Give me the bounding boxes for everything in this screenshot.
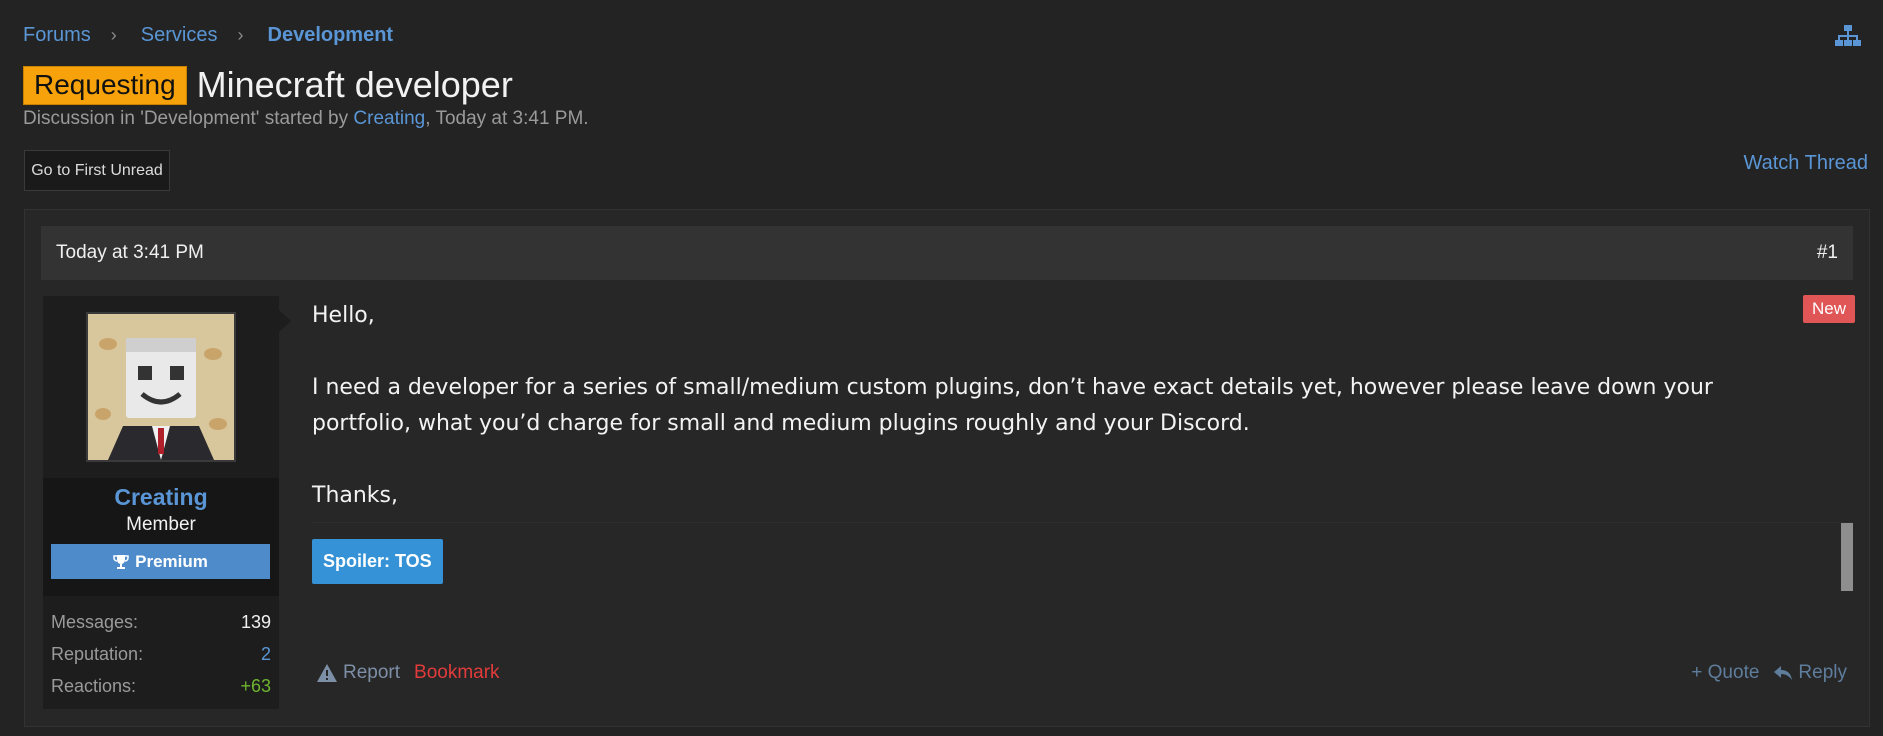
- meta-prefix: Discussion in 'Development' started by: [23, 108, 354, 129]
- breadcrumb: Forums › Services › Development: [23, 24, 393, 47]
- avatar[interactable]: [86, 312, 236, 462]
- reply-link[interactable]: Reply: [1773, 662, 1847, 684]
- post: Today at 3:41 PM #1 Creating Member Prem…: [24, 209, 1870, 727]
- message-scroll-area: Spoiler: TOS: [312, 522, 1853, 592]
- reply-icon: [1774, 666, 1793, 680]
- thread-title-row: Requesting Minecraft developer: [23, 64, 513, 106]
- meta-suffix: , Today at 3:41 PM.: [425, 108, 589, 129]
- user-info-block: Creating Member Premium: [43, 478, 279, 596]
- premium-label: Premium: [135, 551, 208, 571]
- breadcrumb-separator: ›: [110, 25, 117, 45]
- meta-author-link[interactable]: Creating: [353, 108, 425, 129]
- stat-messages: Messages: 139: [51, 606, 271, 638]
- stat-reactions: Reactions: +63: [51, 670, 271, 702]
- breadcrumb-forums[interactable]: Forums: [23, 24, 91, 47]
- spoiler-button[interactable]: Spoiler: TOS: [312, 539, 443, 584]
- thread-prefix-badge[interactable]: Requesting: [23, 65, 187, 105]
- quote-link[interactable]: + Quote: [1691, 662, 1759, 684]
- reply-label: Reply: [1798, 662, 1847, 683]
- stat-value[interactable]: 139: [241, 612, 271, 633]
- report-link[interactable]: Report: [317, 662, 400, 684]
- post-message-body: Hello, I need a developer for a series o…: [312, 298, 1752, 514]
- breadcrumb-separator: ›: [237, 25, 244, 45]
- report-label: Report: [343, 662, 401, 683]
- stat-value[interactable]: +63: [240, 676, 271, 697]
- stat-label: Messages:: [51, 611, 139, 632]
- message-closing: Thanks,: [312, 483, 399, 508]
- post-actions-left: Report Bookmark: [317, 662, 500, 684]
- post-actions-right: + Quote Reply: [1691, 662, 1847, 684]
- warning-icon: [317, 664, 337, 682]
- user-title: Member: [126, 514, 196, 535]
- stat-label: Reactions:: [51, 675, 137, 696]
- scrollbar[interactable]: [1841, 523, 1853, 591]
- premium-banner: Premium: [51, 544, 270, 579]
- trophy-icon: [113, 554, 129, 569]
- post-number[interactable]: #1: [1817, 242, 1838, 264]
- breadcrumb-services[interactable]: Services: [141, 24, 218, 47]
- watch-thread-link[interactable]: Watch Thread: [1743, 152, 1868, 175]
- stat-label: Reputation:: [51, 643, 144, 664]
- breadcrumb-development[interactable]: Development: [268, 24, 394, 47]
- post-user-sidebar: Creating Member Premium Messages: 139 Re…: [43, 296, 291, 709]
- post-username[interactable]: Creating: [43, 484, 279, 511]
- go-to-first-unread-button[interactable]: Go to First Unread: [24, 150, 170, 191]
- stat-value[interactable]: 2: [261, 644, 271, 665]
- new-badge: New: [1802, 295, 1855, 323]
- bookmark-link[interactable]: Bookmark: [414, 662, 500, 684]
- message-greeting: Hello,: [312, 303, 375, 328]
- sitemap-icon[interactable]: [1835, 24, 1861, 48]
- post-date[interactable]: Today at 3:41 PM: [56, 242, 204, 264]
- thread-meta: Discussion in 'Development' started by C…: [23, 108, 589, 130]
- post-header: Today at 3:41 PM #1: [41, 226, 1853, 280]
- thread-title: Minecraft developer: [196, 64, 513, 105]
- user-stats: Messages: 139 Reputation: 2 Reactions: +…: [51, 606, 271, 702]
- message-paragraph: I need a developer for a series of small…: [312, 375, 1713, 436]
- stat-reputation: Reputation: 2: [51, 638, 271, 670]
